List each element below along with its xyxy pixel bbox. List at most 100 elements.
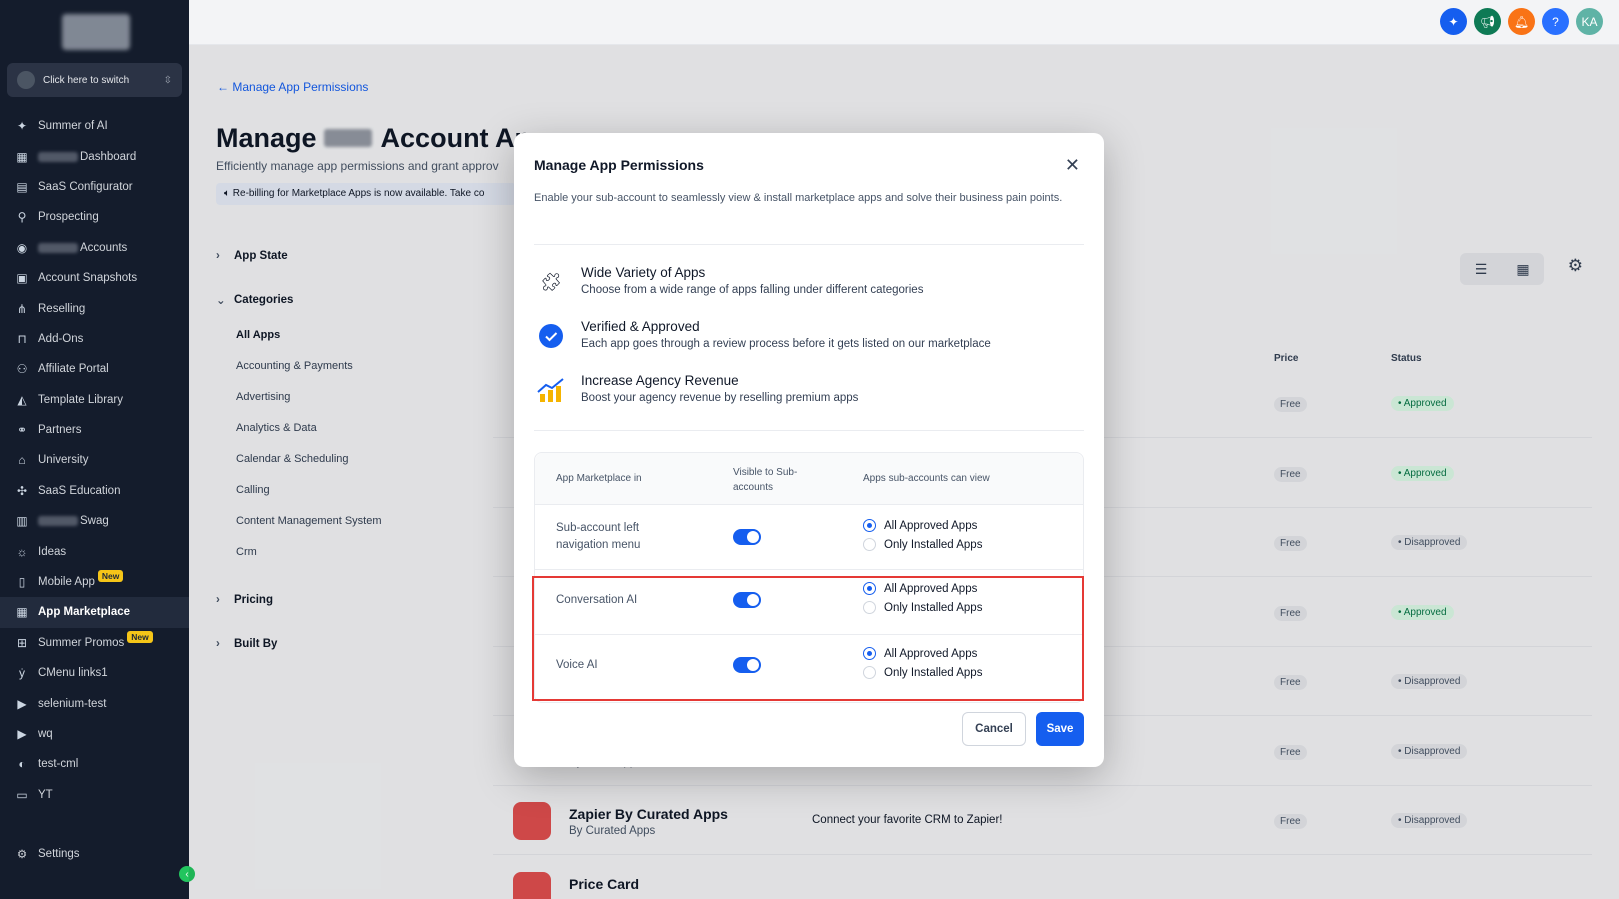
radio-dot <box>863 519 876 532</box>
sidebar-item-label: Summer Promos <box>38 636 125 649</box>
gear-icon: ⚙ <box>16 849 28 861</box>
sidebar-item-selenium-test[interactable]: ▶ selenium-test <box>0 688 189 718</box>
handshake-icon: ⚭ <box>16 423 28 438</box>
chart-icon: ▤ <box>16 179 28 194</box>
prospecting-icon: ⚲ <box>17 210 27 225</box>
sidebar-item-test-cml[interactable]: ◐ test-cml <box>0 749 189 779</box>
account-switcher[interactable]: Click here to switch ⇳ <box>7 63 182 97</box>
row-label: Sub-account left navigation menu <box>556 522 641 551</box>
sidebar-item-label: CMenu links1 <box>38 667 108 680</box>
feature-title: Verified & Approved <box>581 319 700 334</box>
sidebar-item-label: YT <box>38 788 53 801</box>
sidebar-item-wq[interactable]: ▶ wq <box>0 719 189 749</box>
divider <box>534 244 1084 245</box>
new-badge: New <box>97 570 124 583</box>
sidebar-item-label: Summer of AI <box>38 120 108 133</box>
mobile-icon: ▯ <box>18 575 26 590</box>
feature-variety: 🧩︎ Wide Variety of Apps Choose from a wi… <box>534 263 1084 309</box>
redacted-text <box>38 151 78 162</box>
sidebar-item-label: Reselling <box>38 302 86 315</box>
apps-illustration-icon: 🧩︎ <box>539 271 563 292</box>
sidebar-item-prospecting[interactable]: ⚲ Prospecting <box>0 202 189 232</box>
user-icon: ◉ <box>16 240 28 255</box>
feature-revenue: Increase Agency Revenue Boost your agenc… <box>534 371 1084 417</box>
col-visible: Visible to Sub-accounts <box>733 467 798 493</box>
reselling-icon: ⋔ <box>16 301 28 316</box>
sidebar-item-dashboard[interactable]: ▦ Dashboard <box>0 141 189 171</box>
graduation-icon: ⌂ <box>18 453 26 468</box>
radio-label: All Approved Apps <box>884 519 978 532</box>
sidebar-item-label: Mobile App <box>38 576 95 589</box>
sidebar-item-saas-configurator[interactable]: ▤ SaaS Configurator <box>0 172 189 202</box>
permission-row-left-nav: Sub-account left navigation menu All App… <box>535 505 1083 570</box>
sidebar-item-reselling[interactable]: ⋔ Reselling <box>0 293 189 323</box>
sidebar-item-label: Ideas <box>38 545 67 558</box>
sidebar-item-ideas[interactable]: ☼ Ideas <box>0 536 189 566</box>
location-icon <box>17 71 35 89</box>
shapes-icon: ◭ <box>17 392 27 407</box>
divider <box>534 430 1084 431</box>
sidebar-item-label: App Marketplace <box>38 606 131 619</box>
modal-description: Enable your sub-account to seamlessly vi… <box>534 192 1063 204</box>
sidebar-item-label: Add-Ons <box>38 332 84 345</box>
sidebar-item-account-snapshots[interactable]: ▣ Account Snapshots <box>0 263 189 293</box>
agency-logo[interactable] <box>62 14 130 50</box>
sidebar-item-template-library[interactable]: ◭ Template Library <box>0 385 189 415</box>
save-button[interactable]: Save <box>1036 712 1084 746</box>
sidebar-item-summer-promos[interactable]: ⊞ Summer Promos New <box>0 628 189 658</box>
sidebar-item-add-ons[interactable]: ⊓ Add-Ons <box>0 324 189 354</box>
avatar-initials: KA <box>1581 14 1598 29</box>
globe-icon: ◐ <box>18 757 26 772</box>
avatar[interactable]: KA <box>1576 8 1603 35</box>
sidebar-item-app-marketplace[interactable]: ▦ App Marketplace <box>0 597 189 628</box>
help-icon[interactable]: ? <box>1542 8 1569 35</box>
radio-only-installed[interactable]: Only Installed Apps <box>863 538 982 551</box>
users-icon: ⚇ <box>16 362 28 377</box>
sidebar-item-label: selenium-test <box>38 697 107 710</box>
gift-icon: ⊞ <box>16 635 28 650</box>
sidebar-item-label: University <box>38 454 89 467</box>
sidebar-item-label: Settings <box>38 848 80 860</box>
radio-all-approved[interactable]: All Approved Apps <box>863 519 977 532</box>
youtube-icon: ▶ <box>17 727 27 741</box>
sidebar-item-swag[interactable]: ▥ Swag <box>0 506 189 536</box>
puzzle-icon: ✣ <box>16 483 28 498</box>
sidebar-item-saas-education[interactable]: ✣ SaaS Education <box>0 476 189 506</box>
bell-icon[interactable]: 🔔︎ <box>1508 8 1535 35</box>
sidebar-item-label: SaaS Education <box>38 484 121 497</box>
sidebar-item-affiliate-portal[interactable]: ⚇ Affiliate Portal <box>0 354 189 384</box>
sidebar-item-summer-of-ai[interactable]: ✦ Summer of AI <box>0 111 189 141</box>
sidebar-item-label: Template Library <box>38 393 124 406</box>
sidebar-item-label: Account Snapshots <box>38 272 138 285</box>
feature-desc: Each app goes through a review process b… <box>581 338 991 350</box>
grid-icon: ▦ <box>16 605 28 620</box>
chevron-updown-icon: ⇳ <box>163 74 172 86</box>
sidebar-item-university[interactable]: ⌂ University <box>0 445 189 475</box>
modal-title: Manage App Permissions <box>534 157 704 173</box>
sidebar-item-label: Affiliate Portal <box>38 363 109 376</box>
topbar: ✦ 📢︎ 🔔︎ ? KA <box>189 0 1619 45</box>
sidebar: Click here to switch ⇳ ✦ Summer of AI ▦ Das… <box>0 0 195 899</box>
sidebar-item-yt[interactable]: ▭ YT <box>0 780 189 810</box>
radio-dot <box>863 538 876 551</box>
cancel-button[interactable]: Cancel <box>962 712 1026 746</box>
redacted-text <box>38 242 78 253</box>
sidebar-item-accounts[interactable]: ◉ Accounts <box>0 233 189 263</box>
sidebar-item-label: SaaS Configurator <box>38 180 133 193</box>
permissions-table-header: App Marketplace in Visible to Sub-accoun… <box>535 453 1083 505</box>
megaphone-icon[interactable]: 📢︎ <box>1474 8 1501 35</box>
sidebar-item-mobile-app[interactable]: ▯ Mobile App New <box>0 567 189 597</box>
sidebar-item-label: wq <box>38 728 53 740</box>
visible-toggle[interactable] <box>733 529 761 545</box>
sparkle-icon[interactable]: ✦ <box>1440 8 1467 35</box>
sidebar-item-label: Accounts <box>80 241 128 254</box>
col-apps-view: Apps sub-accounts can view <box>863 473 990 484</box>
sidebar-item-settings[interactable]: ⚙ Settings <box>14 847 80 861</box>
window-icon: ▭ <box>16 787 28 802</box>
sparkle-icon: ✦ <box>16 119 28 134</box>
sidebar-nav: ✦ Summer of AI ▦ Dashboard ▤ SaaS Configurato… <box>0 111 189 810</box>
feature-verified: Verified & Approved Each app goes throug… <box>534 317 1084 363</box>
sidebar-item-cmenu-links1[interactable]: ẏ CMenu links1 <box>0 658 189 688</box>
close-icon[interactable]: ✕ <box>1065 155 1080 176</box>
sidebar-item-partners[interactable]: ⚭ Partners <box>0 415 189 445</box>
